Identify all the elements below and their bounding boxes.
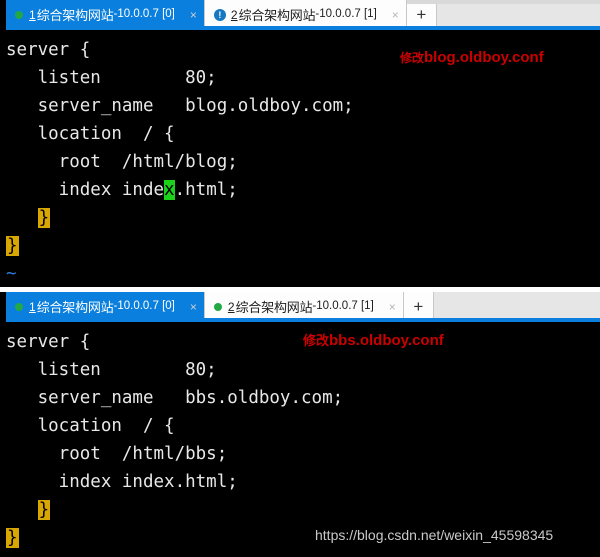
tab-address-label: -10.0.0.7 [1] bbox=[312, 300, 374, 313]
terminal-line: index index.html; bbox=[6, 472, 238, 492]
terminal-line-brace-inner: } bbox=[6, 204, 600, 232]
annotation-en-text: bbs.oldboy.conf bbox=[329, 332, 444, 349]
terminal-line: listen 80; bbox=[6, 360, 217, 380]
terminal-empty-line-marker: ~ bbox=[6, 264, 17, 284]
tab-strip-bbs: 1 综合架构网站 -10.0.0.7 [0] × 2 综合架构网站 -10.0.… bbox=[0, 292, 600, 322]
terminal-body-blog[interactable]: server { listen 80; server_name blog.old… bbox=[0, 30, 600, 287]
tab-title-cn: 综合架构网站 bbox=[238, 7, 316, 23]
close-icon[interactable]: × bbox=[389, 9, 402, 21]
terminal-window-blog: 1 综合架构网站 -10.0.0.7 [0] × ! 2 综合架构网站 -10.… bbox=[0, 0, 600, 287]
terminal-line: root /html/blog; bbox=[6, 152, 238, 172]
annotation-blog: 修改blog.oldboy.conf bbox=[400, 50, 544, 66]
tab-index-label: 1 bbox=[29, 300, 36, 314]
green-dot-icon bbox=[213, 303, 222, 311]
matched-brace-highlight: } bbox=[37, 208, 51, 228]
terminal-body-bbs[interactable]: server { listen 80; server_name bbs.oldb… bbox=[0, 322, 600, 557]
tab-address-label: -10.0.0.7 [0] bbox=[113, 8, 175, 21]
line-text-before-cursor: index inde bbox=[6, 180, 165, 200]
tab-index-label: 2 bbox=[227, 300, 235, 314]
cursor-block: x bbox=[164, 180, 175, 200]
tab-address-label: -10.0.0.7 [1] bbox=[315, 8, 377, 21]
tab-title-cn: 综合架构网站 bbox=[36, 7, 114, 23]
tab-index-label: 2 bbox=[230, 8, 238, 22]
terminal-line: location / { bbox=[6, 124, 175, 144]
terminal-line: server_name blog.oldboy.com; bbox=[6, 96, 354, 116]
tab-title-cn: 综合架构网站 bbox=[235, 299, 313, 315]
line-text-after-cursor: .html; bbox=[174, 180, 238, 200]
screenshot-root: 1 综合架构网站 -10.0.0.7 [0] × ! 2 综合架构网站 -10.… bbox=[0, 0, 600, 557]
close-icon[interactable]: × bbox=[386, 301, 399, 313]
window-left-edge bbox=[0, 0, 6, 30]
matched-brace-highlight: } bbox=[6, 236, 19, 256]
matched-brace-highlight: } bbox=[6, 528, 19, 548]
terminal-line-with-cursor: index index.html; bbox=[6, 176, 600, 204]
annotation-bbs: 修改bbs.oldboy.conf bbox=[303, 333, 444, 349]
terminal-line: server_name bbs.oldboy.com; bbox=[6, 388, 344, 408]
tab-address-label: -10.0.0.7 [0] bbox=[113, 300, 175, 313]
terminal-line: root /html/bbs; bbox=[6, 444, 228, 464]
blue-exclamation-icon: ! bbox=[213, 9, 226, 21]
close-icon[interactable]: × bbox=[187, 9, 200, 21]
close-icon[interactable]: × bbox=[187, 301, 200, 313]
green-dot-icon bbox=[15, 11, 23, 19]
annotation-cn-text: 修改 bbox=[303, 333, 330, 348]
terminal-line: listen 80; bbox=[6, 68, 217, 88]
terminal-line: location / { bbox=[6, 416, 175, 436]
annotation-cn-text: 修改 bbox=[400, 51, 425, 65]
tab-index-label: 1 bbox=[29, 8, 36, 22]
window-left-edge bbox=[0, 292, 6, 322]
terminal-window-bbs: 1 综合架构网站 -10.0.0.7 [0] × 2 综合架构网站 -10.0.… bbox=[0, 292, 600, 557]
terminal-line-brace-inner: } bbox=[6, 496, 600, 524]
matched-brace-highlight: } bbox=[37, 500, 51, 520]
green-dot-icon bbox=[15, 303, 23, 311]
terminal-line-brace-outer: } bbox=[6, 232, 600, 260]
annotation-en-text: blog.oldboy.conf bbox=[424, 49, 544, 66]
watermark-text: https://blog.csdn.net/weixin_45598345 bbox=[315, 527, 554, 543]
tab-strip-blog: 1 综合架构网站 -10.0.0.7 [0] × ! 2 综合架构网站 -10.… bbox=[0, 0, 600, 30]
tab-title-cn: 综合架构网站 bbox=[36, 299, 114, 315]
